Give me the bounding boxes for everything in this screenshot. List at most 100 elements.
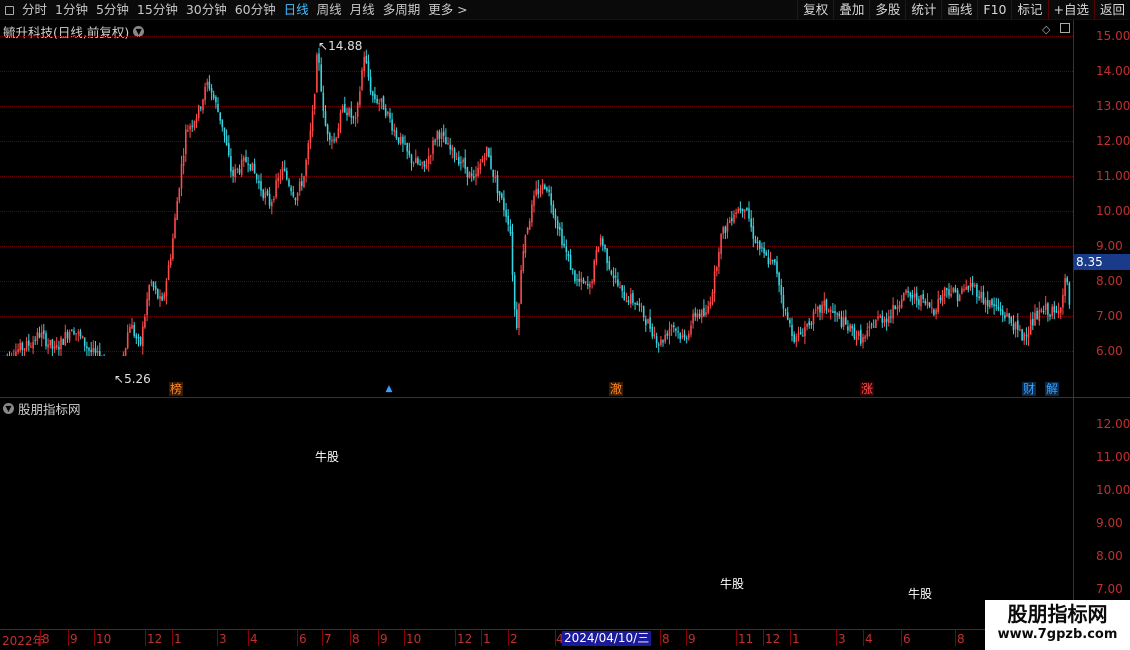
candle-body <box>346 112 348 116</box>
candle-body <box>989 300 991 308</box>
candle-body <box>92 347 95 353</box>
statistics-button[interactable]: 统计 <box>905 0 941 20</box>
date-label: 7 <box>324 632 332 646</box>
candle <box>969 277 972 291</box>
period-multi[interactable]: 多周期 <box>379 0 425 20</box>
candle <box>559 222 561 237</box>
candle <box>888 309 890 327</box>
price-axis-line <box>1073 20 1074 397</box>
event-marker-finance[interactable]: 财 <box>1022 382 1036 396</box>
period-more[interactable]: 更多 > <box>424 0 471 20</box>
candle-body <box>655 336 658 344</box>
candle-body <box>167 265 170 280</box>
period-1min[interactable]: 1分钟 <box>51 0 92 20</box>
pane-divider[interactable] <box>0 397 1130 398</box>
event-marker-rank[interactable]: 榜 <box>169 382 183 396</box>
candle-body <box>761 247 763 249</box>
indicator-name: 股朋指标网 <box>18 402 81 417</box>
candle <box>653 326 656 339</box>
candle-body <box>673 325 675 327</box>
candle <box>767 249 770 268</box>
pane-toggle-icon[interactable] <box>1060 23 1071 33</box>
candle <box>217 97 219 113</box>
event-marker-limit-up[interactable]: 涨 <box>860 382 874 396</box>
candle <box>503 190 505 217</box>
restore-rights-button[interactable]: 复权 <box>797 0 833 20</box>
period-intraday[interactable]: 分时 <box>18 0 51 20</box>
candle <box>657 342 660 353</box>
event-marker-unlock[interactable]: 解 <box>1045 382 1059 396</box>
indicator-tick: 11.00 <box>1096 450 1130 464</box>
candle-body <box>292 191 295 197</box>
candle-body <box>99 351 101 356</box>
candle-body <box>741 208 744 212</box>
candle <box>419 159 421 166</box>
candle-body <box>34 339 36 341</box>
candle-body <box>587 283 589 286</box>
candle-body <box>928 302 931 307</box>
multi-stock-button[interactable]: 多股 <box>869 0 905 20</box>
period-monthly[interactable]: 月线 <box>346 0 379 20</box>
date-tick <box>297 630 298 646</box>
candle-body <box>131 325 133 329</box>
indicator-title[interactable]: ▼ 股朋指标网 <box>3 399 81 418</box>
candle-body <box>447 142 449 145</box>
candle <box>178 187 181 204</box>
period-30min[interactable]: 30分钟 <box>182 0 231 20</box>
chevron-down-icon[interactable]: ▼ <box>3 403 14 414</box>
candle-body <box>189 126 191 130</box>
candle-body <box>15 351 17 356</box>
mark-button[interactable]: 标记 <box>1011 0 1047 20</box>
candle <box>860 324 862 347</box>
event-marker-triangle[interactable]: ▲ <box>382 382 396 396</box>
candle <box>361 67 363 92</box>
candle <box>372 90 374 103</box>
layout-icon[interactable] <box>0 0 18 20</box>
period-daily[interactable]: 日线 <box>280 0 313 20</box>
candle-body <box>795 336 798 342</box>
candle <box>647 318 649 324</box>
candle <box>963 284 965 293</box>
candle-body <box>789 319 791 324</box>
candle <box>718 247 720 274</box>
candle <box>1044 295 1047 315</box>
candle <box>567 250 570 262</box>
candle-body <box>825 299 828 311</box>
event-marker-active[interactable]: 澈 <box>609 382 623 396</box>
candle-body <box>679 333 681 340</box>
candle-body <box>262 189 264 198</box>
f10-button[interactable]: F10 <box>977 0 1011 20</box>
period-60min[interactable]: 60分钟 <box>231 0 280 20</box>
candle-body <box>326 124 329 134</box>
add-watchlist-button[interactable]: +自选 <box>1047 0 1094 20</box>
draw-line-button[interactable]: 画线 <box>941 0 977 20</box>
candle <box>1042 305 1045 315</box>
candle-body <box>277 177 279 182</box>
candle-body <box>733 214 735 223</box>
candle <box>322 85 325 118</box>
candle <box>273 196 275 203</box>
diamond-icon[interactable]: ◇ <box>1042 23 1050 36</box>
candle-body <box>335 137 337 142</box>
candlestick-chart[interactable] <box>0 38 1073 356</box>
candle-body <box>786 312 789 320</box>
candle <box>376 94 378 105</box>
candle-body <box>395 130 398 138</box>
overlay-button[interactable]: 叠加 <box>833 0 869 20</box>
period-5min[interactable]: 5分钟 <box>92 0 133 20</box>
period-15min[interactable]: 15分钟 <box>133 0 182 20</box>
candle-body <box>621 285 623 291</box>
candle-body <box>387 111 389 114</box>
candle-body <box>460 162 462 164</box>
back-button[interactable]: 返回 <box>1093 0 1130 20</box>
candle <box>812 308 815 331</box>
date-label: 9 <box>380 632 388 646</box>
candle-body <box>898 305 901 309</box>
candle <box>875 318 877 328</box>
candle <box>984 297 987 313</box>
candle-body <box>283 168 286 171</box>
period-weekly[interactable]: 周线 <box>313 0 346 20</box>
candle-body <box>133 324 135 336</box>
candle-body <box>200 107 202 109</box>
pane-controls: ◇ <box>1042 23 1071 36</box>
